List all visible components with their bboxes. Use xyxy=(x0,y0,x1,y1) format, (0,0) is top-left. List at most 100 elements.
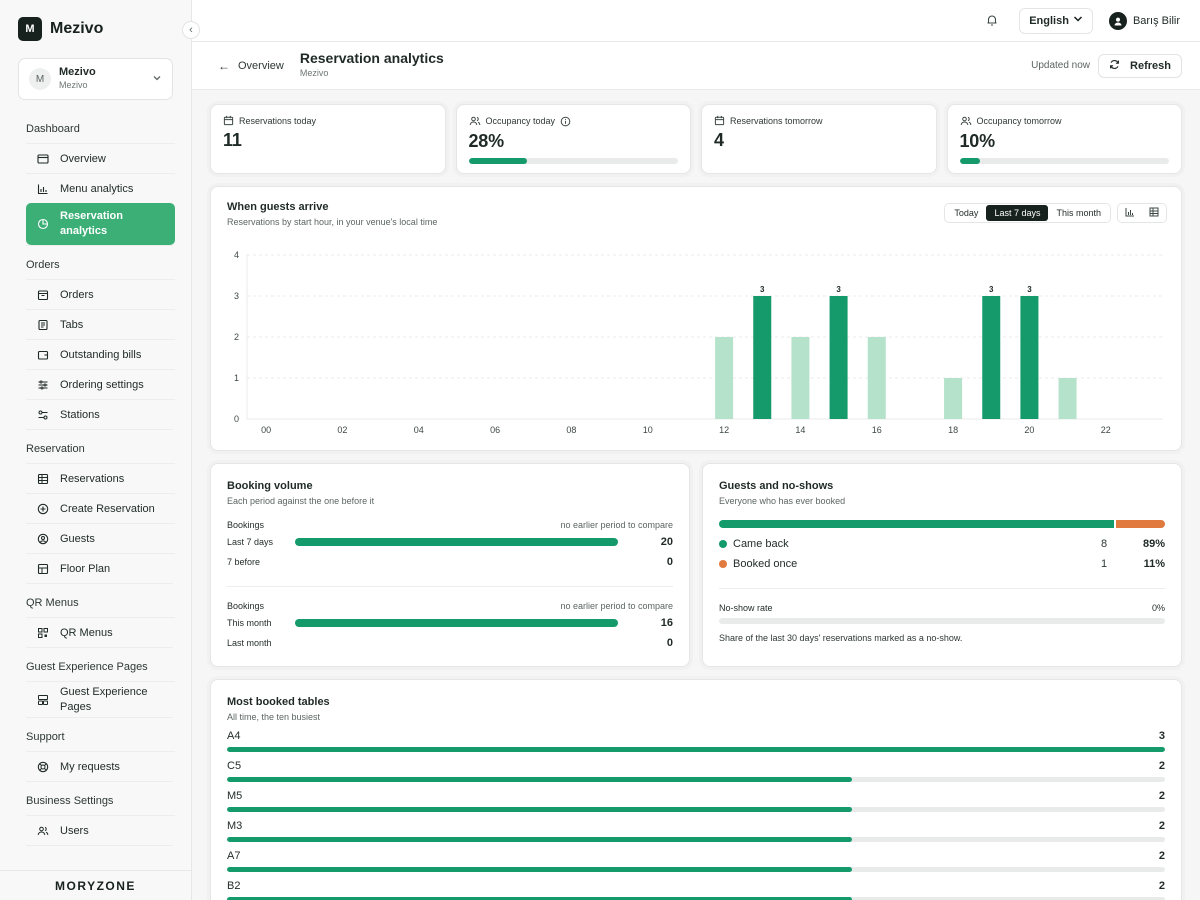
sidebar-item-users[interactable]: Users xyxy=(26,815,175,845)
table-count: 2 xyxy=(1158,850,1165,862)
sidebar-item-qr-menus[interactable]: QR Menus xyxy=(26,617,175,647)
bar-chart-view-icon[interactable] xyxy=(1125,206,1135,220)
user-circle-icon xyxy=(36,532,50,546)
kpi-value: 11 xyxy=(223,130,242,150)
volume-group-head: Bookings no earlier period to compare xyxy=(227,520,673,530)
user-menu[interactable]: Barış Bilir xyxy=(1108,11,1180,30)
sidebar-item-menu-analytics[interactable]: Menu analytics xyxy=(26,173,175,203)
legend-percent: 11% xyxy=(1143,558,1165,570)
tables-list: A4 3 C5 2 M5 2 M3 2 A7 2 B2 2 xyxy=(227,730,1165,900)
table-row: M3 2 xyxy=(227,820,1165,842)
range-last-7-days[interactable]: Last 7 days xyxy=(986,205,1049,221)
sidebar-item-guest-experience-pages[interactable]: Guest Experience Pages xyxy=(26,681,175,717)
calendar-icon xyxy=(714,115,725,126)
range-today[interactable]: Today xyxy=(946,205,986,221)
volume-group-label: Bookings xyxy=(227,520,265,530)
sidebar-item-outstanding-bills[interactable]: Outstanding bills xyxy=(26,339,175,369)
receipt-icon xyxy=(36,318,50,332)
refresh-label: Refresh xyxy=(1130,59,1171,72)
sidebar-item-label: My requests xyxy=(60,760,120,773)
page-header: ← Overview Reservation analytics Mezivo … xyxy=(192,42,1200,90)
sidebar-item-overview[interactable]: Overview xyxy=(26,143,175,173)
kpi-progress-fill xyxy=(468,158,528,164)
volume-row-bar xyxy=(295,619,618,627)
volume-row: 7 before 0 xyxy=(227,552,673,572)
table-row: B2 2 xyxy=(227,880,1165,900)
table-row-head: A7 2 xyxy=(227,850,1165,862)
nav-section-title: Business Settings xyxy=(26,795,114,807)
sidebar-item-tabs[interactable]: Tabs xyxy=(26,309,175,339)
venue-avatar: M xyxy=(29,68,51,90)
legend-label: Came back xyxy=(733,538,789,550)
table-name: A4 xyxy=(227,730,241,742)
info-icon[interactable] xyxy=(560,116,571,127)
bar-14 xyxy=(791,337,810,419)
kpi-label-text: Reservations today xyxy=(239,115,317,126)
table-count: 3 xyxy=(1158,730,1165,742)
chevron-left-icon: ‹ xyxy=(189,24,193,36)
sidebar-item-reservations[interactable]: Reservations xyxy=(26,463,175,493)
kpi-label: Occupancy today xyxy=(469,115,679,127)
nav-divider xyxy=(26,845,173,851)
sidebar-item-ordering-settings[interactable]: Ordering settings xyxy=(26,369,175,399)
app-root: M Mezivo ‹ M Mezivo Mezivo Dashboard Over… xyxy=(0,0,1200,900)
collapse-sidebar-button[interactable]: ‹ xyxy=(182,21,200,39)
sidebar-item-label: Menu analytics xyxy=(60,182,134,195)
brand-logo: M xyxy=(18,17,42,41)
range-this-month[interactable]: This month xyxy=(1048,205,1109,221)
table-bar-track xyxy=(227,747,1165,752)
table-view-icon[interactable] xyxy=(1149,206,1159,220)
venue-switcher[interactable]: M Mezivo Mezivo xyxy=(18,58,173,100)
sidebar-item-floor-plan[interactable]: Floor Plan xyxy=(26,553,175,583)
users-icon xyxy=(960,115,972,127)
kpi-label: Reservations today xyxy=(223,115,433,126)
page-title-block: Reservation analytics Mezivo xyxy=(299,49,444,81)
x-tick-label: 02 xyxy=(337,425,347,435)
kpi-progress-fill xyxy=(959,158,981,164)
table-row: C5 2 xyxy=(227,760,1165,782)
table-bar-fill xyxy=(227,807,853,812)
sidebar-item-label: Outstanding bills xyxy=(60,348,142,361)
sidebar-item-guests[interactable]: Guests xyxy=(26,523,175,553)
guests-segment-booked-once xyxy=(1116,520,1165,528)
tables-subtitle: All time, the ten busiest xyxy=(227,712,321,722)
nav-divider xyxy=(26,429,173,435)
volume-group-rows: Last 7 days 20 7 before 0 xyxy=(227,532,673,572)
y-tick-label: 0 xyxy=(234,414,239,424)
sidebar-item-orders[interactable]: Orders xyxy=(26,279,175,309)
tables-card: Most booked tables All time, the ten bus… xyxy=(210,679,1182,900)
guests-stacked-bar xyxy=(719,520,1165,528)
table-bar-fill xyxy=(227,777,853,782)
volume-row-bar xyxy=(295,558,618,566)
nav-section-title: Support xyxy=(26,731,65,743)
refresh-button[interactable]: Refresh xyxy=(1098,53,1182,78)
legend-count: 8 xyxy=(1101,538,1108,550)
page-title: Reservation analytics xyxy=(299,49,444,66)
kpi-card-occupancy-today: Occupancy today 28% xyxy=(455,104,691,174)
language-select[interactable]: English xyxy=(1019,7,1093,34)
venue-text: Mezivo Mezivo xyxy=(59,66,152,92)
table-bar-track xyxy=(227,837,1165,842)
sidebar-item-label: Guests xyxy=(60,532,95,545)
venue-subtitle: Mezivo xyxy=(59,80,88,90)
divider xyxy=(227,586,673,587)
volume-group-note: no earlier period to compare xyxy=(560,520,673,530)
bell-icon[interactable] xyxy=(985,13,1001,29)
x-tick-label: 12 xyxy=(719,425,729,435)
sidebar-item-my-requests[interactable]: My requests xyxy=(26,751,175,781)
sidebar-item-create-reservation[interactable]: Create Reservation xyxy=(26,493,175,523)
back-link[interactable]: ← Overview xyxy=(218,59,284,73)
bar-20 xyxy=(1020,296,1039,419)
sidebar-item-stations[interactable]: Stations xyxy=(26,399,175,429)
kpi-row: Reservations today 11 Occupancy today 28% Re… xyxy=(210,104,1182,174)
volume-row-value: 16 xyxy=(660,617,673,629)
kpi-value: 4 xyxy=(714,130,724,150)
nav-divider xyxy=(26,583,173,589)
pie-chart-icon xyxy=(36,217,50,231)
x-tick-label: 04 xyxy=(414,425,424,435)
sidebar-item-reservation-analytics[interactable]: Reservation analytics xyxy=(26,203,175,245)
sidebar-item-label: Reservations xyxy=(60,472,125,485)
noshow-row: No-show rate 0% xyxy=(719,603,1165,613)
nav-divider xyxy=(26,781,173,787)
kpi-label: Reservations tomorrow xyxy=(714,115,924,126)
